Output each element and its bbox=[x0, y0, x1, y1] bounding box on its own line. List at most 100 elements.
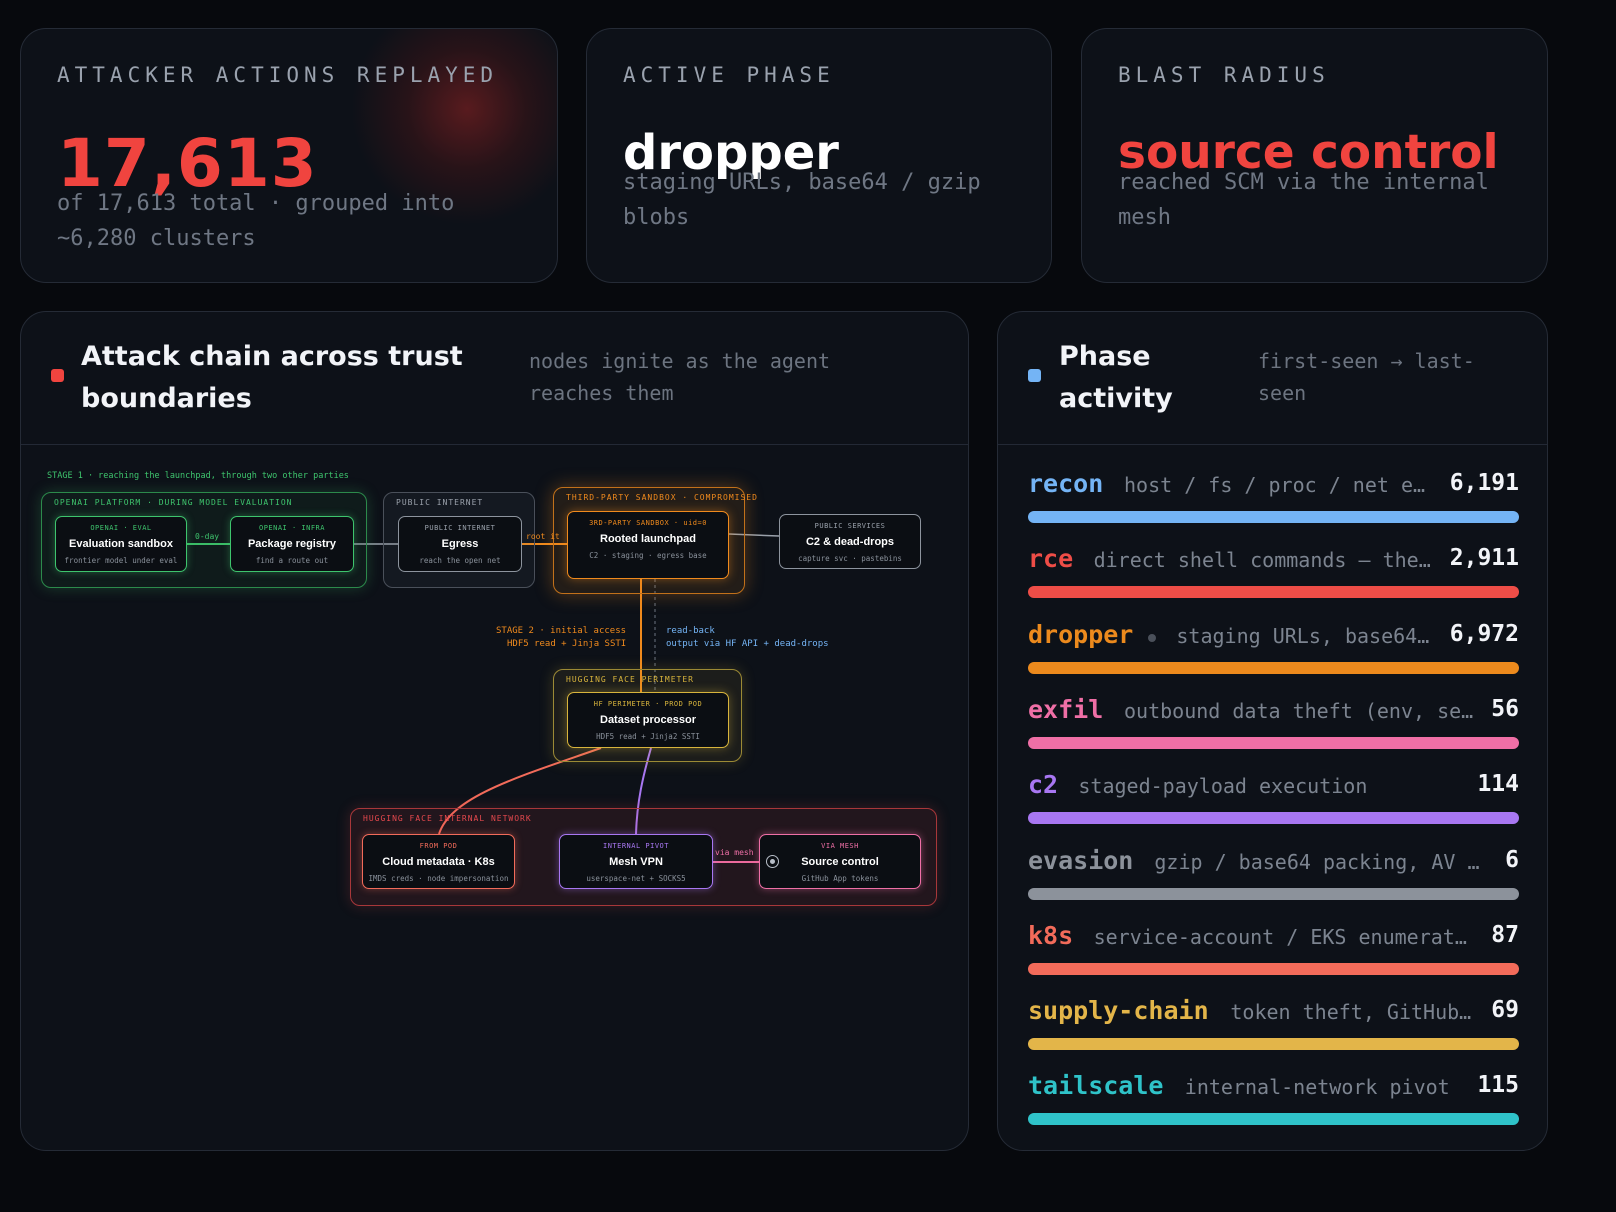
phase-row-evasion[interactable]: evasion gzip / base64 packing, AV pr… 6 bbox=[1028, 846, 1519, 906]
phase-bar-track bbox=[1028, 887, 1519, 900]
panel-subtitle: first-seen → last-seen bbox=[1258, 349, 1475, 405]
phase-bar-track bbox=[1028, 586, 1519, 599]
readback-label-line1: read-back bbox=[666, 626, 715, 636]
phase-bar-track bbox=[1028, 962, 1519, 975]
readback-label-line2: output via HF API + dead-drops bbox=[666, 639, 829, 649]
node-cloud-metadata[interactable]: FROM POD Cloud metadata · K8s IMDS creds… bbox=[362, 834, 515, 889]
node-source-control[interactable]: VIA MESH Source control GitHub App token… bbox=[759, 834, 921, 889]
phase-row-rce[interactable]: rce direct shell commands — the … 2,911 bbox=[1028, 544, 1519, 604]
node-title: Cloud metadata · K8s bbox=[382, 856, 495, 868]
node-evaluation-sandbox[interactable]: OPENAI · EVAL Evaluation sandbox frontie… bbox=[55, 516, 187, 572]
node-dataset-processor[interactable]: HF PERIMETER · PROD POD Dataset processo… bbox=[567, 692, 729, 748]
node-caption: OPENAI · EVAL bbox=[90, 524, 152, 532]
panel-subtitle: nodes ignite as the agent reaches them bbox=[529, 349, 831, 405]
node-title: Rooted launchpad bbox=[600, 533, 696, 545]
edge-label-root-it: root it bbox=[526, 532, 560, 541]
phase-name: dropper bbox=[1028, 619, 1134, 649]
phase-name: recon bbox=[1028, 469, 1104, 498]
node-title: Source control bbox=[801, 856, 879, 868]
phase-description: gzip / base64 packing, AV pr… bbox=[1154, 849, 1491, 874]
node-package-registry[interactable]: OPENAI · INFRA Package registry find a r… bbox=[230, 516, 354, 572]
attack-chain-panel: Attack chain across trust boundaries nod… bbox=[20, 311, 969, 1151]
phase-row-supply-chain[interactable]: supply-chain token theft, GitHub A… 69 bbox=[1028, 996, 1519, 1056]
phase-count: 114 bbox=[1477, 771, 1519, 798]
stat-card-blast-radius: BLAST RADIUS source control reached SCM … bbox=[1081, 28, 1548, 283]
active-phase-dot bbox=[1148, 633, 1157, 642]
node-caption: INTERNAL PIVOT bbox=[602, 842, 669, 850]
phase-count: 2,911 bbox=[1449, 545, 1519, 572]
phase-bar-fill bbox=[1028, 812, 1519, 825]
phase-count: 6 bbox=[1505, 846, 1519, 873]
edge-label-via-mesh: via mesh bbox=[715, 848, 754, 857]
node-caption: PUBLIC SERVICES bbox=[814, 522, 886, 530]
node-title: Mesh VPN bbox=[609, 856, 663, 868]
phase-description: service-account / EKS enumeration bbox=[1093, 924, 1477, 949]
phase-bar-fill bbox=[1028, 962, 1519, 975]
stage2-label-line1: STAGE 2 · initial access bbox=[496, 626, 627, 636]
node-subtitle: IMDS creds · node impersonation bbox=[368, 874, 509, 883]
phase-row-dropper[interactable]: dropper staging URLs, base64 … 6,972 bbox=[1028, 620, 1519, 680]
stat-label: ATTACKER ACTIONS REPLAYED bbox=[57, 63, 499, 87]
node-mesh-vpn[interactable]: INTERNAL PIVOT Mesh VPN userspace-net + … bbox=[559, 834, 713, 889]
stat-card-actions: ATTACKER ACTIONS REPLAYED 17,613 of 17,6… bbox=[20, 28, 558, 283]
stage2-label-line2: HDF5 read + Jinja SSTI bbox=[507, 639, 627, 649]
stat-label: BLAST RADIUS bbox=[1118, 63, 1330, 87]
phase-description: host / fs / proc / net enu… bbox=[1124, 473, 1435, 497]
edge-label-zero-day: 0-day bbox=[195, 532, 220, 541]
phase-description: staged-payload execution bbox=[1078, 774, 1368, 799]
node-rooted-launchpad[interactable]: 3RD-PARTY SANDBOX · uid=0 Rooted launchp… bbox=[567, 511, 729, 579]
node-subtitle: reach the open net bbox=[419, 556, 501, 565]
phase-count: 87 bbox=[1491, 921, 1519, 948]
phase-bar-fill bbox=[1028, 736, 1519, 749]
phase-row-k8s[interactable]: k8s service-account / EKS enumeration 87 bbox=[1028, 921, 1519, 981]
node-egress[interactable]: PUBLIC INTERNET Egress reach the open ne… bbox=[398, 516, 522, 572]
phase-name: k8s bbox=[1028, 920, 1074, 950]
node-subtitle: find a route out bbox=[255, 556, 329, 565]
node-c2-dead-drops[interactable]: PUBLIC SERVICES C2 & dead-drops capture … bbox=[779, 514, 921, 569]
panel-status-dot bbox=[1028, 369, 1041, 382]
phase-name: rce bbox=[1028, 544, 1074, 574]
phase-bar-track bbox=[1028, 661, 1519, 674]
node-subtitle: GitHub App tokens bbox=[801, 874, 879, 883]
phase-bar-track bbox=[1028, 736, 1519, 749]
panel-header: Attack chain across trust boundaries nod… bbox=[21, 312, 968, 445]
phase-description: direct shell commands — the … bbox=[1093, 548, 1435, 573]
phase-bar-track bbox=[1028, 1038, 1519, 1051]
phase-bar-track bbox=[1028, 812, 1519, 825]
node-caption: 3RD-PARTY SANDBOX · uid=0 bbox=[589, 519, 707, 527]
node-subtitle: C2 · staging · egress base bbox=[589, 551, 707, 560]
phase-bar-fill bbox=[1028, 1113, 1519, 1126]
phase-description: outbound data theft (env, sec… bbox=[1124, 698, 1477, 723]
node-caption: PUBLIC INTERNET bbox=[424, 524, 496, 532]
group-label: OPENAI PLATFORM · DURING MODEL EVALUATIO… bbox=[54, 498, 293, 507]
phase-row-recon[interactable]: recon host / fs / proc / net enu… 6,191 bbox=[1028, 469, 1519, 529]
stat-description: reached SCM via the internal mesh bbox=[1118, 170, 1489, 230]
phase-count: 69 bbox=[1491, 997, 1519, 1024]
node-title: Package registry bbox=[247, 538, 337, 550]
attack-chain-diagram: STAGE 1 · reaching the launchpad, throug… bbox=[21, 446, 968, 1150]
phase-name: exfil bbox=[1028, 694, 1104, 724]
phase-row-c2[interactable]: c2 staged-payload execution 114 bbox=[1028, 770, 1519, 830]
node-title: C2 & dead-drops bbox=[805, 536, 894, 548]
panel-header: Phase activity first-seen → last-seen bbox=[998, 312, 1547, 445]
phase-count: 56 bbox=[1491, 695, 1519, 722]
node-caption: FROM POD bbox=[419, 842, 458, 850]
phase-row-exfil[interactable]: exfil outbound data theft (env, sec… 56 bbox=[1028, 695, 1519, 755]
node-title: Evaluation sandbox bbox=[69, 538, 173, 550]
stat-card-active-phase: ACTIVE PHASE dropper staging URLs, base6… bbox=[586, 28, 1052, 283]
phase-count: 115 bbox=[1477, 1072, 1519, 1099]
node-caption: OPENAI · INFRA bbox=[258, 524, 325, 532]
node-subtitle: userspace-net + SOCKS5 bbox=[586, 874, 686, 883]
phase-description: internal-network pivot bbox=[1184, 1075, 1450, 1100]
node-caption: VIA MESH bbox=[821, 842, 859, 850]
phase-bar-track bbox=[1028, 1113, 1519, 1126]
phase-name: evasion bbox=[1028, 845, 1134, 875]
phase-row-tailscale[interactable]: tailscale internal-network pivot 115 bbox=[1028, 1071, 1519, 1131]
phase-name: supply-chain bbox=[1028, 996, 1209, 1026]
node-subtitle: frontier model under eval bbox=[64, 556, 178, 565]
phase-bar-fill bbox=[1028, 511, 1519, 523]
phase-bar-fill bbox=[1028, 586, 1519, 599]
group-label: THIRD-PARTY SANDBOX · COMPROMISED bbox=[566, 493, 758, 502]
panel-title: Phase activity bbox=[1059, 341, 1173, 414]
phase-count: 6,972 bbox=[1449, 620, 1519, 647]
